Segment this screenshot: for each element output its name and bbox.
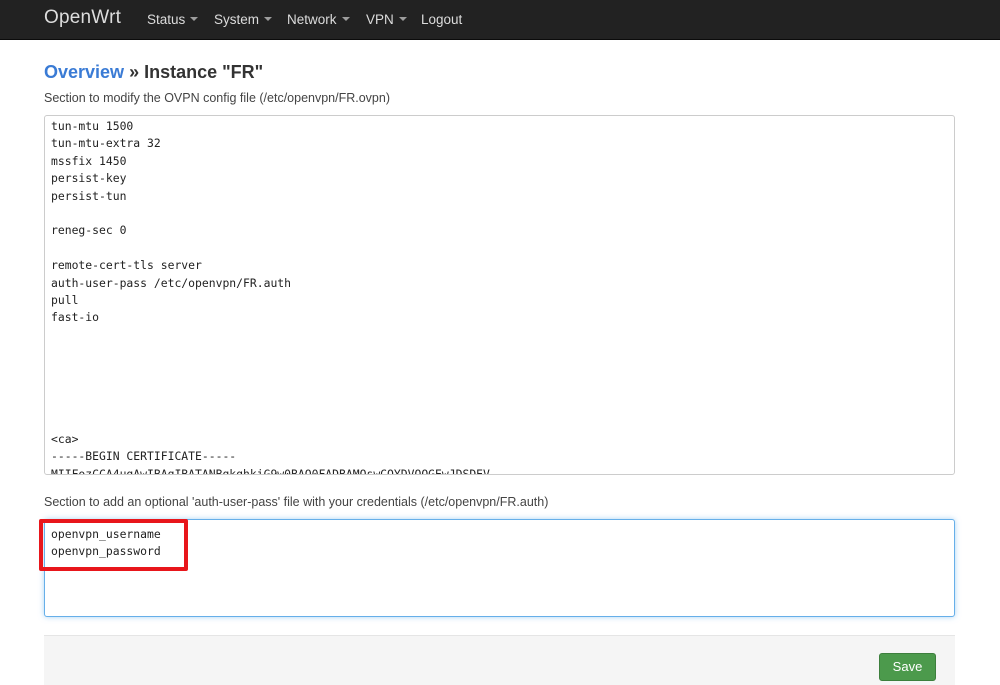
config-line <box>51 344 948 361</box>
page-title: Overview » Instance "FR" <box>44 62 263 83</box>
config-line: tun-mtu-extra 32 <box>51 136 161 151</box>
breadcrumb-overview-link[interactable]: Overview <box>44 62 124 82</box>
config-line <box>51 205 948 222</box>
ovpn-config-textarea[interactable]: tun-mtu 1500 tun-mtu-extra 32 mssfix 1450 p… <box>44 115 955 475</box>
auth-credentials-textarea[interactable]: openvpn_username openvpn_password <box>44 519 955 617</box>
menu-status[interactable]: Status <box>147 12 199 27</box>
top-navbar: OpenWrt Status System Network VPN Logout <box>0 0 1000 40</box>
breadcrumb-separator: » <box>124 62 145 82</box>
config-line: persist-tun <box>51 188 127 203</box>
config-line <box>51 414 948 431</box>
menu-status-label: Status <box>147 12 186 27</box>
config-line <box>51 379 948 396</box>
config-line: MIIFozCCA4ugAwIBAgIBATANBgkqhkiG9w0BAQ0F… <box>51 466 490 475</box>
config-line: fast-io <box>51 310 100 325</box>
auth-line: openvpn_username <box>51 527 161 541</box>
menu-system-label: System <box>214 12 260 27</box>
config-line: mssfix 1450 <box>51 153 127 168</box>
menu-network[interactable]: Network <box>287 12 350 27</box>
menu-vpn[interactable]: VPN <box>366 12 407 27</box>
config-line <box>51 361 948 378</box>
config-line: remote-cert-tls server <box>51 258 202 273</box>
caret-down-icon <box>264 17 273 22</box>
config-line: persist-key <box>51 171 127 186</box>
caret-down-icon <box>341 17 350 22</box>
config-line: auth-user-pass /etc/openvpn/FR.auth <box>51 275 292 290</box>
instance-name: Instance "FR" <box>144 62 264 82</box>
config-line: <ca> <box>51 432 79 447</box>
config-section-label: Section to modify the OVPN config file (… <box>44 91 391 105</box>
auth-line: openvpn_password <box>51 544 161 559</box>
config-line: -----BEGIN CERTIFICATE----- <box>51 449 237 464</box>
menu-vpn-label: VPN <box>366 12 394 27</box>
caret-down-icon <box>398 17 407 22</box>
menu-system[interactable]: System <box>214 12 273 27</box>
config-line: tun-mtu 1500 <box>51 119 134 133</box>
auth-section-label: Section to add an optional 'auth-user-pa… <box>44 495 549 509</box>
caret-down-icon <box>190 17 199 22</box>
save-button[interactable]: Save <box>879 653 936 681</box>
config-line <box>51 396 948 413</box>
config-line <box>51 240 948 257</box>
menu-network-label: Network <box>287 12 337 27</box>
menu-logout[interactable]: Logout <box>421 12 462 27</box>
config-line <box>51 327 948 344</box>
config-line: reneg-sec 0 <box>51 223 127 238</box>
config-line: pull <box>51 292 79 307</box>
form-actions-bar: Save <box>44 635 955 685</box>
brand-logo[interactable]: OpenWrt <box>44 7 121 29</box>
